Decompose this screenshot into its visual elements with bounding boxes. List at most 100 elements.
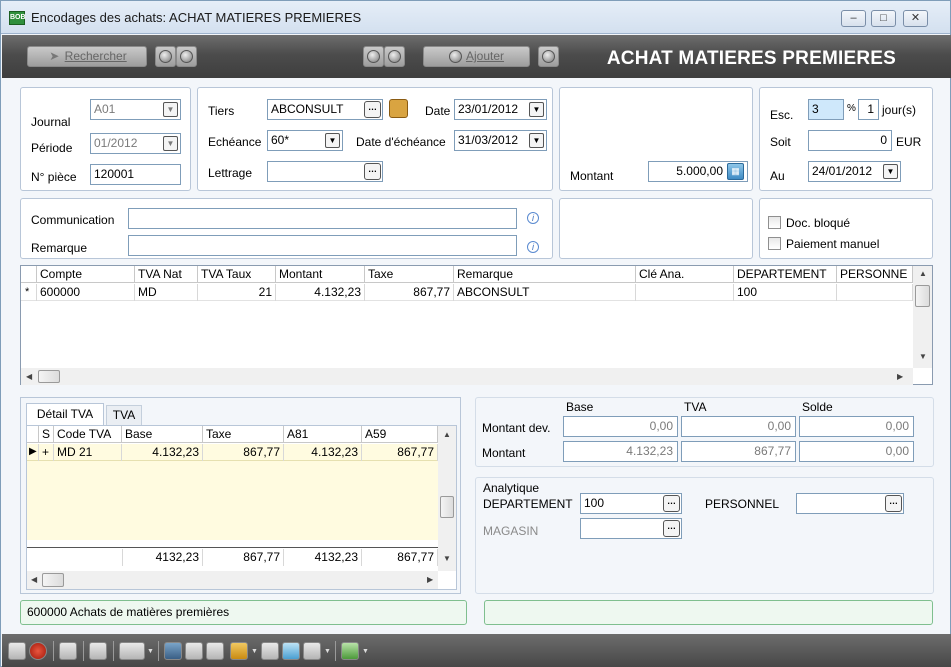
chevron-down-icon[interactable]: ▼ xyxy=(163,102,178,117)
scroll-thumb[interactable] xyxy=(42,573,64,587)
grid-horizontal-scrollbar[interactable]: ◀ ▶ xyxy=(21,368,913,385)
history-icon[interactable] xyxy=(206,642,224,660)
search-folder-icon[interactable] xyxy=(389,99,408,118)
date-select[interactable]: 23/01/2012 ▼ xyxy=(454,99,547,120)
table-row[interactable]: * 600000 MD 21 4.132,23 867,77 ABCONSULT… xyxy=(21,284,913,301)
days-input[interactable]: 1 xyxy=(858,99,879,120)
chevron-down-icon[interactable]: ▼ xyxy=(529,133,544,148)
chevron-down-icon[interactable]: ▼ xyxy=(251,648,258,655)
communication-input[interactable] xyxy=(128,208,517,229)
archive-icon[interactable] xyxy=(164,642,182,660)
journal-select[interactable]: A01 ▼ xyxy=(90,99,181,120)
tiers-lookup-button[interactable]: … xyxy=(364,101,381,118)
scroll-thumb[interactable] xyxy=(440,496,454,518)
col-header-remarque[interactable]: Remarque xyxy=(454,266,636,283)
col-header-tva-taux[interactable]: TVA Taux xyxy=(198,266,276,283)
last-record-button[interactable] xyxy=(384,46,405,67)
col-header-personnel[interactable]: PERSONNE xyxy=(837,266,913,283)
scroll-right-icon[interactable]: ▶ xyxy=(897,372,903,381)
help-icon[interactable] xyxy=(341,642,359,660)
piece-input[interactable]: 120001 xyxy=(90,164,181,185)
chevron-down-icon[interactable]: ▼ xyxy=(163,136,178,151)
periode-select[interactable]: 01/2012 ▼ xyxy=(90,133,181,154)
date-echeance-select[interactable]: 31/03/2012 ▼ xyxy=(454,130,547,151)
cell-taxe[interactable]: 867,77 xyxy=(365,284,454,301)
cancel-icon[interactable] xyxy=(29,642,47,660)
remarque-input[interactable] xyxy=(128,235,517,256)
calculator-icon[interactable]: ▦ xyxy=(727,163,744,180)
chevron-down-icon[interactable]: ▼ xyxy=(529,102,544,117)
col-header-code-tva[interactable]: Code TVA xyxy=(54,426,122,443)
col-header-departement[interactable]: DEPARTEMENT xyxy=(734,266,837,283)
info-icon[interactable]: i xyxy=(527,212,539,224)
scroll-thumb[interactable] xyxy=(38,370,60,383)
col-header-tva-nat[interactable]: TVA Nat xyxy=(135,266,198,283)
cell-base[interactable]: 4.132,23 xyxy=(122,444,203,461)
scroll-right-icon[interactable]: ▶ xyxy=(427,575,433,584)
tab-tva[interactable]: TVA xyxy=(106,405,142,425)
copy-menu-icon[interactable] xyxy=(119,642,145,660)
chevron-down-icon[interactable]: ▼ xyxy=(362,648,369,655)
col-header-taxe[interactable]: Taxe xyxy=(203,426,284,443)
col-header-compte[interactable]: Compte xyxy=(37,266,135,283)
send-icon[interactable] xyxy=(282,642,300,660)
cell-tva-nat[interactable]: MD xyxy=(135,284,198,301)
scroll-down-icon[interactable]: ▼ xyxy=(919,352,927,361)
grid-vertical-scrollbar[interactable]: ▲ ▼ xyxy=(913,266,932,368)
scroll-left-icon[interactable]: ◀ xyxy=(31,575,37,584)
report-icon[interactable] xyxy=(303,642,321,660)
vat-vertical-scrollbar[interactable]: ▲ ▼ xyxy=(438,426,456,571)
cell-departement[interactable]: 100 xyxy=(734,284,837,301)
close-window-button[interactable]: ✕ xyxy=(903,10,928,27)
departement-input[interactable]: 100… xyxy=(580,493,682,514)
scroll-left-icon[interactable]: ◀ xyxy=(26,372,32,381)
first-record-button[interactable] xyxy=(155,46,176,67)
cell-a81[interactable]: 4.132,23 xyxy=(284,444,362,461)
esc-input[interactable]: 3 xyxy=(808,99,844,120)
document-icon[interactable] xyxy=(89,642,107,660)
info-icon[interactable]: i xyxy=(527,241,539,253)
departement-lookup-button[interactable]: … xyxy=(663,495,680,512)
search-button[interactable]: ➤ Rechercher xyxy=(27,46,147,67)
refresh-button[interactable] xyxy=(538,46,559,67)
tab-detail-tva[interactable]: Détail TVA xyxy=(26,403,104,425)
chevron-down-icon[interactable]: ▼ xyxy=(147,648,154,655)
magasin-input[interactable]: … xyxy=(580,518,682,539)
chevron-down-icon[interactable]: ▼ xyxy=(325,133,340,148)
cell-code-tva[interactable]: MD 21 xyxy=(54,444,122,461)
save-icon[interactable] xyxy=(8,642,26,660)
col-header-a59[interactable]: A59 xyxy=(362,426,438,443)
next-record-button[interactable] xyxy=(363,46,384,67)
cell-compte[interactable]: 600000 xyxy=(37,284,135,301)
tiers-input[interactable]: ABCONSULT… xyxy=(267,99,383,120)
magasin-lookup-button[interactable]: … xyxy=(663,520,680,537)
cell-a59[interactable]: 867,77 xyxy=(362,444,438,461)
print-icon[interactable] xyxy=(59,642,77,660)
previous-record-button[interactable] xyxy=(176,46,197,67)
col-header-montant[interactable]: Montant xyxy=(276,266,365,283)
echeance-select[interactable]: 60* ▼ xyxy=(267,130,343,151)
personnel-input[interactable]: … xyxy=(796,493,904,514)
cell-montant[interactable]: 4.132,23 xyxy=(276,284,365,301)
personnel-lookup-button[interactable]: … xyxy=(885,495,902,512)
scroll-up-icon[interactable]: ▲ xyxy=(443,430,451,439)
au-date-select[interactable]: 24/01/2012 ▼ xyxy=(808,161,901,182)
lettrage-lookup-button[interactable]: … xyxy=(364,163,381,180)
paiement-manuel-checkbox[interactable] xyxy=(768,237,781,250)
col-header-cle-ana[interactable]: Clé Ana. xyxy=(636,266,734,283)
doc-bloque-checkbox[interactable] xyxy=(768,216,781,229)
cell-remarque[interactable]: ABCONSULT xyxy=(454,284,636,301)
col-header-base[interactable]: Base xyxy=(122,426,203,443)
table-row[interactable]: ▶ + MD 21 4.132,23 867,77 4.132,23 867,7… xyxy=(27,444,438,461)
cell-cle-ana[interactable] xyxy=(636,284,734,301)
cell-taxe[interactable]: 867,77 xyxy=(203,444,284,461)
attach-icon[interactable] xyxy=(185,642,203,660)
scroll-down-icon[interactable]: ▼ xyxy=(443,554,451,563)
cell-personnel[interactable] xyxy=(837,284,913,301)
chevron-down-icon[interactable]: ▼ xyxy=(883,164,898,179)
col-header-a81[interactable]: A81 xyxy=(284,426,362,443)
lettrage-input[interactable]: … xyxy=(267,161,383,182)
maximize-button[interactable]: □ xyxy=(871,10,896,27)
col-header-s[interactable]: S xyxy=(39,426,54,443)
scroll-up-icon[interactable]: ▲ xyxy=(919,269,927,278)
